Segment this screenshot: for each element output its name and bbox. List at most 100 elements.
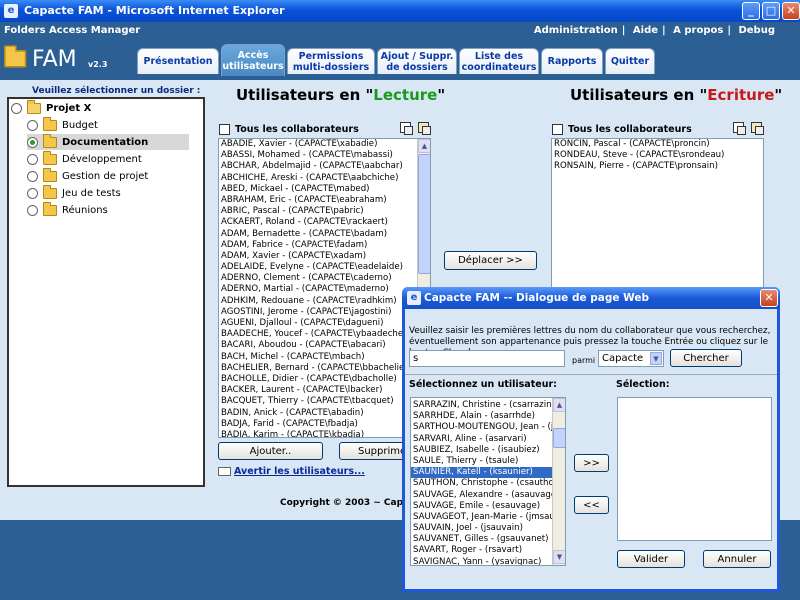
- valider-button[interactable]: Valider: [617, 550, 685, 568]
- list-item[interactable]: BADJA, Farid - (CAPACTE\fbadja): [219, 419, 430, 430]
- selection-list[interactable]: [617, 397, 772, 541]
- close-button[interactable]: ✕: [782, 2, 800, 20]
- add-selection-button[interactable]: >>: [574, 454, 609, 472]
- radio-icon[interactable]: [27, 153, 38, 165]
- list-item[interactable]: RONSAIN, Pierre - (CAPACTE\pronsain): [552, 161, 763, 172]
- dialog-close-button[interactable]: ✕: [760, 289, 778, 307]
- list-item[interactable]: ADELAIDE, Evelyne - (CAPACTE\eadelaide): [219, 262, 430, 273]
- copy-icon[interactable]: [400, 122, 413, 135]
- list-item[interactable]: SAUTHON, Christophe - (csauthon): [411, 478, 565, 489]
- annuler-button[interactable]: Annuler: [703, 550, 771, 568]
- list-item[interactable]: ADAM, Xavier - (CAPACTE\xadam): [219, 251, 430, 262]
- ecriture-all-checkbox-row[interactable]: Tous les collaborateurs: [552, 122, 692, 136]
- list-item[interactable]: BAADECHE, Youcef - (CAPACTE\ybaadeche): [219, 329, 430, 340]
- list-item[interactable]: ABCHAR, Abdelmajid - (CAPACTE\aabchar): [219, 161, 430, 172]
- tab-acces-utilisateurs[interactable]: Accès utilisateurs: [221, 44, 285, 76]
- list-item[interactable]: ABRIC, Pascal - (CAPACTE\pabric): [219, 206, 430, 217]
- dialog-user-list[interactable]: SARRAZIN, Christine - (csarrazin) SARRHDE…: [410, 397, 566, 566]
- menu-administration[interactable]: Administration: [534, 25, 618, 36]
- deplacer-button[interactable]: Déplacer >>: [444, 251, 537, 270]
- window-titlebar[interactable]: e Capacte FAM - Microsoft Internet Explo…: [0, 0, 800, 22]
- list-item[interactable]: ABASSI, Mohamed - (CAPACTE\mabassi): [219, 150, 430, 161]
- list-item[interactable]: ABRAHAM, Eric - (CAPACTE\eabraham): [219, 195, 430, 206]
- dialog-scrollbar[interactable]: ▲ ▼: [552, 398, 565, 565]
- list-item[interactable]: BACH, Michel - (CAPACTE\mbach): [219, 352, 430, 363]
- list-item[interactable]: BACHELIER, Bernard - (CAPACTE\bbachelier…: [219, 363, 430, 374]
- tab-presentation[interactable]: Présentation: [137, 48, 219, 74]
- list-item[interactable]: SAUNIER, Katell - (ksaunier): [411, 467, 565, 479]
- list-item[interactable]: AGOSTINI, Jerome - (CAPACTE\jagostini): [219, 307, 430, 318]
- scroll-up-icon[interactable]: ▲: [418, 139, 430, 153]
- tab-rapports[interactable]: Rapports: [541, 48, 603, 74]
- tab-liste-coordinateurs[interactable]: Liste des coordinateurs: [459, 48, 539, 74]
- list-item[interactable]: ABADIE, Xavier - (CAPACTE\xabadie): [219, 139, 430, 150]
- list-item[interactable]: ABCHICHE, Areski - (CAPACTE\aabchiche): [219, 173, 430, 184]
- tab-permissions-multi-dossiers[interactable]: Permissions multi-dossiers: [287, 48, 375, 74]
- tab-quitter[interactable]: Quitter: [605, 48, 655, 74]
- lecture-user-list[interactable]: ABADIE, Xavier - (CAPACTE\xabadie) ABASSI…: [218, 138, 431, 438]
- list-item[interactable]: BADJA, Karim - (CAPACTE\kbadja): [219, 430, 430, 437]
- paste-icon[interactable]: [418, 122, 431, 135]
- radio-icon[interactable]: [27, 136, 38, 148]
- list-item[interactable]: SAUVAGEOT, Jean-Marie - (jmsauva: [411, 512, 565, 523]
- list-item[interactable]: SARRAZIN, Christine - (csarrazin): [411, 400, 565, 411]
- menu-aide[interactable]: Aide: [633, 25, 658, 36]
- minimize-button[interactable]: _: [742, 2, 760, 20]
- supprimer-button[interactable]: Supprimer: [339, 442, 409, 460]
- scroll-down-icon[interactable]: ▼: [553, 550, 565, 564]
- tree-item-reunions[interactable]: Réunions: [27, 201, 207, 218]
- list-item[interactable]: ADAM, Fabrice - (CAPACTE\fadam): [219, 240, 430, 251]
- list-item[interactable]: SAUVAGE, Alexandre - (asauvage): [411, 490, 565, 501]
- ecriture-user-list[interactable]: RONCIN, Pascal - (CAPACTE\proncin) RONDEA…: [551, 138, 764, 288]
- dialog-titlebar[interactable]: e Capacte FAM -- Dialogue de page Web ✕: [402, 287, 780, 309]
- list-item[interactable]: AGUENI, Djalloul - (CAPACTE\dagueni): [219, 318, 430, 329]
- radio-icon[interactable]: [27, 187, 38, 199]
- list-item[interactable]: RONDEAU, Steve - (CAPACTE\srondeau): [552, 150, 763, 161]
- list-item[interactable]: ADERNO, Clement - (CAPACTE\caderno): [219, 273, 430, 284]
- list-item[interactable]: SAUVAGE, Emile - (esauvage): [411, 501, 565, 512]
- list-item[interactable]: ADHKIM, Redouane - (CAPACTE\radhkim): [219, 296, 430, 307]
- list-item[interactable]: SARVARI, Aline - (asarvari): [411, 434, 565, 445]
- chevron-down-icon[interactable]: ▼: [650, 352, 662, 365]
- remove-selection-button[interactable]: <<: [574, 496, 609, 514]
- list-item[interactable]: BACKER, Laurent - (CAPACTE\lbacker): [219, 385, 430, 396]
- copy-icon[interactable]: [733, 122, 746, 135]
- lecture-all-checkbox-row[interactable]: Tous les collaborateurs: [219, 122, 359, 136]
- list-item[interactable]: BACARI, Aboudou - (CAPACTE\abacari): [219, 340, 430, 351]
- list-item[interactable]: BACQUET, Thierry - (CAPACTE\tbacquet): [219, 396, 430, 407]
- list-item[interactable]: SAUBIEZ, Isabelle - (isaubiez): [411, 445, 565, 456]
- list-item[interactable]: SAULE, Thierry - (tsaule): [411, 456, 565, 467]
- avertir-link[interactable]: Avertir les utilisateurs...: [234, 466, 365, 477]
- menu-a-propos[interactable]: A propos: [673, 25, 723, 36]
- radio-icon[interactable]: [27, 119, 38, 131]
- list-item[interactable]: SARRHDE, Alain - (asarrhde): [411, 411, 565, 422]
- list-item[interactable]: SARTHOU-MOUTENGOU, Jean - (jsar: [411, 422, 565, 433]
- scroll-thumb[interactable]: [418, 154, 430, 274]
- tree-item-gestion-projet[interactable]: Gestion de projet: [27, 167, 207, 184]
- tab-ajout-suppr-dossiers[interactable]: Ajout / Suppr. de dossiers: [377, 48, 457, 74]
- list-item[interactable]: ADAM, Bernadette - (CAPACTE\badam): [219, 229, 430, 240]
- list-item[interactable]: SAVART, Roger - (rsavart): [411, 545, 565, 556]
- ecriture-all-checkbox[interactable]: [552, 123, 563, 135]
- tree-item-budget[interactable]: Budget: [27, 116, 207, 133]
- ajouter-button[interactable]: Ajouter..: [218, 442, 323, 460]
- tree-item-jeu-tests[interactable]: Jeu de tests: [27, 184, 207, 201]
- paste-icon[interactable]: [751, 122, 764, 135]
- radio-icon[interactable]: [27, 170, 38, 182]
- search-input[interactable]: s: [409, 350, 565, 367]
- scroll-thumb[interactable]: [553, 428, 565, 448]
- list-item[interactable]: RONCIN, Pascal - (CAPACTE\proncin): [552, 139, 763, 150]
- list-item[interactable]: BADIN, Anick - (CAPACTE\abadin): [219, 408, 430, 419]
- maximize-button[interactable]: □: [762, 2, 780, 20]
- list-item[interactable]: ADERNO, Martial - (CAPACTE\maderno): [219, 284, 430, 295]
- chercher-button[interactable]: Chercher: [670, 349, 742, 367]
- scroll-up-icon[interactable]: ▲: [553, 398, 565, 412]
- tree-item-documentation[interactable]: Documentation: [27, 133, 189, 150]
- list-item[interactable]: SAVIGNAC, Yann - (ysavignac): [411, 557, 565, 565]
- list-item[interactable]: ABED, Mickael - (CAPACTE\mabed): [219, 184, 430, 195]
- radio-icon[interactable]: [11, 102, 22, 114]
- radio-icon[interactable]: [27, 204, 38, 216]
- list-item[interactable]: SAUVANET, Gilles - (gsauvanet): [411, 534, 565, 545]
- tree-item-developpement[interactable]: Développement: [27, 150, 207, 167]
- tree-root[interactable]: Projet X: [11, 99, 191, 116]
